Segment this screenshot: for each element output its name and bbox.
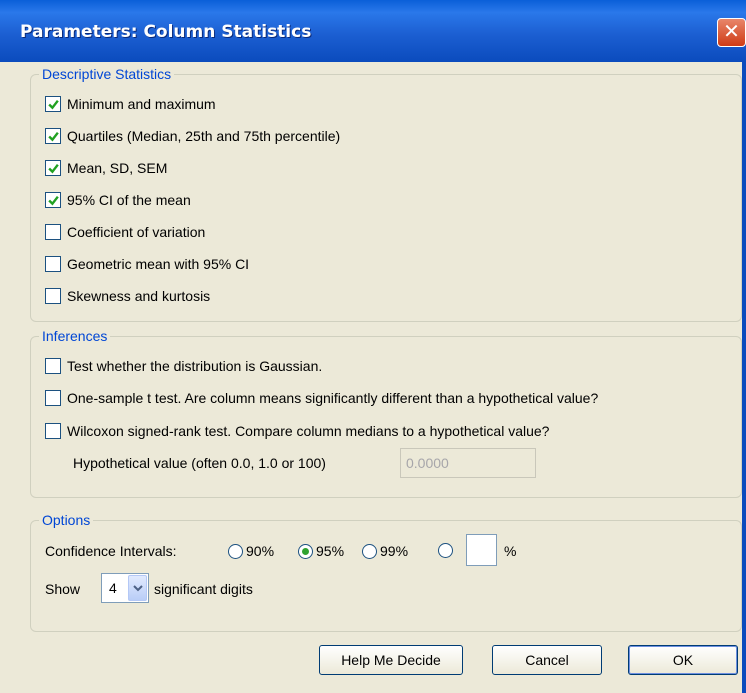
checkbox-label: Quartiles (Median, 25th and 75th percent…: [67, 128, 341, 144]
checkbox[interactable]: [45, 256, 61, 272]
hypothetical-value-label-text: Hypothetical value (often 0.0, 1.0 or 10…: [73, 455, 326, 471]
checkbox-minimum-maximum[interactable]: Minimum and maximum: [45, 96, 216, 112]
checkbox-label: One-sample t test. Are column means sign…: [67, 390, 599, 406]
radio-ci-custom[interactable]: [438, 543, 456, 558]
dropdown-button[interactable]: [128, 575, 147, 601]
inferences-group: Inferences: [30, 328, 742, 498]
checkmark-icon: [47, 195, 59, 206]
show-label-text: Show: [45, 581, 81, 597]
checkbox-label: Geometric mean with 95% CI: [67, 256, 250, 272]
checkbox-label: Skewness and kurtosis: [67, 288, 211, 304]
radio-button[interactable]: [362, 543, 377, 559]
options-group: Options: [30, 512, 742, 632]
checkbox[interactable]: [45, 390, 61, 406]
dialog-body: Descriptive Statistics Minimum and maxim…: [0, 62, 746, 693]
checkbox-coefficient-variation[interactable]: Coefficient of variation: [45, 224, 205, 240]
show-label: Show: [45, 581, 80, 597]
checkbox-wilcoxon-test[interactable]: Wilcoxon signed-rank test. Compare colum…: [45, 423, 549, 439]
inferences-legend: Inferences: [42, 328, 108, 344]
ci-percent-label: %: [504, 543, 516, 559]
checkbox[interactable]: [45, 128, 61, 144]
checkbox[interactable]: [45, 358, 61, 374]
ci-percent-text: %: [504, 543, 517, 559]
cancel-button[interactable]: Cancel: [492, 645, 602, 675]
radio-label: 99%: [380, 543, 409, 559]
checkbox-label: Test whether the distribution is Gaussia…: [67, 358, 323, 374]
checkbox-gaussian-test[interactable]: Test whether the distribution is Gaussia…: [45, 358, 322, 374]
checkbox[interactable]: [45, 423, 61, 439]
options-legend: Options: [42, 512, 91, 528]
checkbox-ci-mean[interactable]: 95% CI of the mean: [45, 192, 191, 208]
significant-digits-label-text: significant digits: [154, 581, 253, 597]
confidence-intervals-label: Confidence Intervals:: [45, 543, 177, 559]
checkmark-icon: [47, 131, 59, 142]
close-icon: ✕: [723, 21, 740, 43]
checkbox-label: 95% CI of the mean: [67, 192, 191, 208]
radio-ci-95[interactable]: 95%: [298, 543, 344, 559]
checkbox[interactable]: [45, 96, 61, 112]
checkbox-mean-sd-sem[interactable]: Mean, SD, SEM: [45, 160, 167, 176]
radio-button[interactable]: [438, 543, 453, 558]
checkbox-one-sample-t-test[interactable]: One-sample t test. Are column means sign…: [45, 390, 598, 406]
significant-digits-select[interactable]: 4: [101, 573, 149, 603]
confidence-intervals-label-text: Confidence Intervals:: [45, 543, 177, 559]
checkbox-label: Minimum and maximum: [67, 96, 216, 112]
checkbox-label: Wilcoxon signed-rank test. Compare colum…: [67, 423, 550, 439]
close-button[interactable]: ✕: [717, 18, 746, 47]
checkmark-icon: [47, 99, 59, 110]
window-title: Parameters: Column Statistics: [20, 22, 312, 42]
ci-custom-input[interactable]: [466, 534, 497, 566]
checkbox-quartiles[interactable]: Quartiles (Median, 25th and 75th percent…: [45, 128, 340, 144]
checkmark-icon: [47, 163, 59, 174]
radio-label: 95%: [316, 543, 345, 559]
chevron-down-icon: [132, 585, 143, 592]
checkbox-geometric-mean[interactable]: Geometric mean with 95% CI: [45, 256, 249, 272]
radio-label: 90%: [246, 543, 275, 559]
checkbox[interactable]: [45, 192, 61, 208]
hypothetical-value-label: Hypothetical value (often 0.0, 1.0 or 10…: [73, 455, 326, 471]
descriptive-statistics-legend: Descriptive Statistics: [42, 66, 172, 82]
radio-button[interactable]: [228, 543, 243, 559]
title-bar: Parameters: Column Statistics ✕: [0, 0, 746, 62]
checkbox[interactable]: [45, 224, 61, 240]
checkbox[interactable]: [45, 160, 61, 176]
hypothetical-value-input[interactable]: 0.0000: [400, 448, 536, 478]
help-me-decide-button[interactable]: Help Me Decide: [319, 645, 463, 675]
radio-selected-dot-icon: [302, 547, 309, 555]
radio-button[interactable]: [298, 543, 313, 559]
checkbox-skewness-kurtosis[interactable]: Skewness and kurtosis: [45, 288, 210, 304]
radio-ci-90[interactable]: 90%: [228, 543, 274, 559]
significant-digits-label: significant digits: [154, 581, 253, 597]
checkbox-label: Mean, SD, SEM: [67, 160, 168, 176]
checkbox[interactable]: [45, 288, 61, 304]
checkbox-label: Coefficient of variation: [67, 224, 206, 240]
ok-button[interactable]: OK: [628, 645, 738, 675]
hypothetical-value-text: 0.0000: [406, 455, 449, 471]
significant-digits-value: 4: [109, 580, 117, 596]
radio-ci-99[interactable]: 99%: [362, 543, 408, 559]
